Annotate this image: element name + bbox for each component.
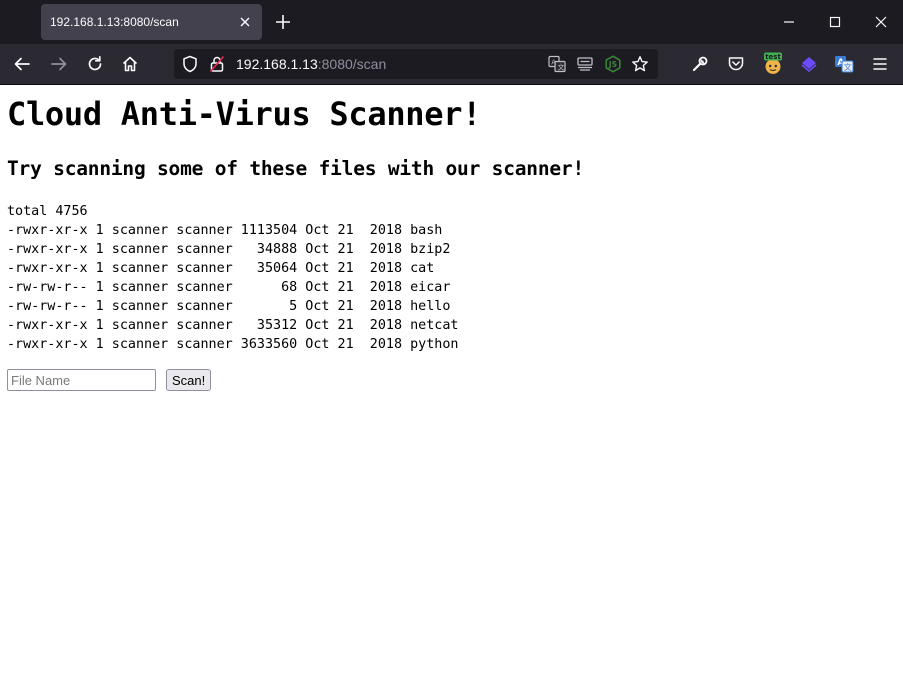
svg-text:文: 文 [844,62,852,72]
close-window-icon[interactable] [858,0,903,44]
minimize-icon[interactable] [766,0,812,44]
url-text[interactable]: 192.168.1.13:8080/scan [236,49,386,79]
listing-row: -rwxr-xr-x 1 scanner scanner 1113504 Oct… [7,223,443,238]
svg-text:JS: JS [608,60,617,69]
tab-active[interactable]: 192.168.1.13:8080/scan [41,4,262,40]
test-badge-text: test [765,53,781,61]
reader-view-icon[interactable] [575,54,595,74]
translate-extension-icon[interactable]: A文 [830,50,858,78]
translate-page-icon[interactable]: A文 [547,54,567,74]
file-name-input[interactable] [7,369,156,391]
wrench-icon[interactable] [686,50,714,78]
test-extension-icon[interactable]: test [759,50,787,78]
bookmark-star-icon[interactable] [630,54,650,74]
scan-button[interactable]: Scan! [166,369,212,391]
url-path: :8080/scan [317,56,387,72]
browser-navbar: 192.168.1.13:8080/scan A文 JS test A文 [0,44,903,84]
insecure-lock-icon[interactable] [207,54,227,74]
listing-row: -rwxr-xr-x 1 scanner scanner 35312 Oct 2… [7,318,459,333]
page-subtitle: Try scanning some of these files with ou… [7,157,584,180]
listing-row: -rwxr-xr-x 1 scanner scanner 3633560 Oct… [7,337,459,352]
tab-close-icon[interactable] [234,11,256,33]
menu-hamburger-icon[interactable] [866,50,894,78]
listing-total: total 4756 [7,204,88,219]
back-arrow-icon[interactable] [8,50,36,78]
page-title: Cloud Anti-Virus Scanner! [7,95,482,133]
maximize-icon[interactable] [812,0,858,44]
proton-extension-icon[interactable] [795,50,823,78]
browser-titlebar: 192.168.1.13:8080/scan [0,0,903,44]
page-content: Cloud Anti-Virus Scanner! Try scanning s… [0,85,903,684]
listing-row: -rw-rw-r-- 1 scanner scanner 5 Oct 21 20… [7,299,451,314]
nodejs-extension-icon[interactable]: JS [603,54,623,74]
pocket-icon[interactable] [722,50,750,78]
svg-text:A: A [551,59,556,67]
new-tab-icon[interactable] [272,11,294,33]
tab-title: 192.168.1.13:8080/scan [50,15,179,29]
home-icon[interactable] [116,50,144,78]
file-listing: total 4756 -rwxr-xr-x 1 scanner scanner … [7,202,458,354]
listing-row: -rwxr-xr-x 1 scanner scanner 34888 Oct 2… [7,242,451,257]
reload-icon[interactable] [81,50,109,78]
listing-row: -rwxr-xr-x 1 scanner scanner 35064 Oct 2… [7,261,435,276]
url-host: 192.168.1.13 [236,56,318,72]
forward-arrow-icon[interactable] [45,50,73,78]
scan-form: Scan! [7,369,212,391]
svg-text:文: 文 [558,63,565,72]
listing-row: -rw-rw-r-- 1 scanner scanner 68 Oct 21 2… [7,280,451,295]
shield-icon[interactable] [180,54,200,74]
url-bar[interactable]: 192.168.1.13:8080/scan A文 JS [174,49,658,79]
